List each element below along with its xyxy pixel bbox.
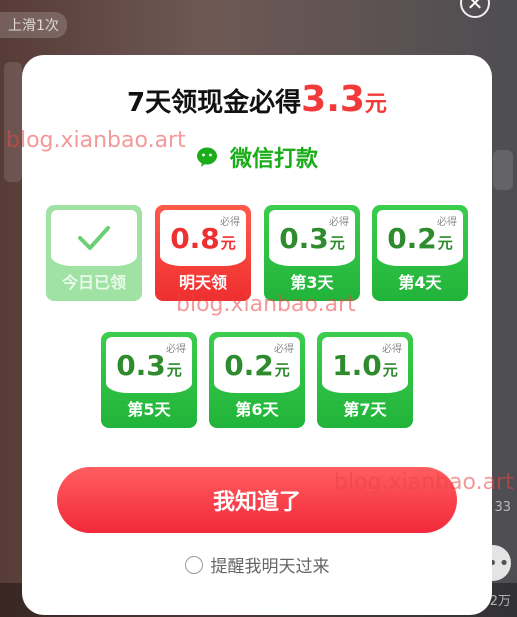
card-value: 0.8: [170, 221, 220, 255]
card-badge: 必得: [437, 217, 457, 228]
card-face: 1.0 元 必得: [322, 337, 408, 393]
card-face: 0.8 元 必得: [160, 210, 246, 266]
title-amount: 3.3: [301, 79, 365, 120]
day-card-7: 1.0 元 必得 第7天: [317, 332, 413, 428]
swipe-hint: 上滑1次: [0, 12, 67, 38]
card-badge: 必得: [274, 344, 294, 355]
day-card-4: 0.2 元 必得 第4天: [372, 205, 468, 301]
day-card-label: 今日已领: [61, 273, 126, 292]
watermark: blog.xianbao.art: [6, 128, 186, 153]
day-card-6: 0.2 元 必得 第6天: [209, 332, 305, 428]
title-prefix: 7天领现金必得: [127, 88, 302, 118]
card-value: 0.3: [116, 348, 166, 382]
background-side-panel: [4, 62, 22, 182]
remind-radio[interactable]: [184, 555, 203, 574]
wechat-icon: [196, 147, 217, 167]
card-face: 0.2 元 必得: [377, 210, 463, 266]
card-badge: 必得: [220, 217, 240, 228]
day-card-5: 0.3 元 必得 第5天: [101, 332, 197, 428]
watermark: blog.xianbao.art: [334, 470, 514, 495]
card-badge: 必得: [329, 217, 349, 228]
card-unit: 元: [382, 360, 398, 379]
card-unit: 元: [329, 233, 345, 252]
checkmark-icon: [78, 226, 110, 250]
background-side-button: [493, 150, 513, 190]
card-face: 0.3 元 必得: [269, 210, 355, 266]
day-card-label: 第3天: [290, 273, 334, 292]
day-card-3: 0.3 元 必得 第3天: [264, 205, 360, 301]
card-badge: 必得: [166, 344, 186, 355]
day-card-1: 今日已领: [46, 205, 142, 301]
day-card-label: 第5天: [127, 400, 171, 419]
card-face: 0.3 元 必得: [106, 337, 192, 393]
card-unit: 元: [437, 233, 453, 252]
card-unit: 元: [220, 233, 236, 252]
day-card-label: 第7天: [343, 400, 387, 419]
day-card-label: 第6天: [235, 400, 279, 419]
watermark: blog.xianbao.art: [176, 292, 356, 317]
card-value: 1.0: [332, 348, 382, 382]
card-unit: 元: [274, 360, 290, 379]
card-value: 0.3: [279, 221, 329, 255]
dialog-title: 7天领现金必得3.3元: [22, 79, 492, 120]
card-face: [51, 210, 137, 266]
card-face: 0.2 元 必得: [214, 337, 300, 393]
card-unit: 元: [166, 360, 182, 379]
remind-option[interactable]: 提醒我明天过来: [22, 552, 492, 577]
payment-method-label: 微信打款: [229, 147, 318, 172]
day-card-2: 0.8 元 必得 明天领: [155, 205, 251, 301]
day-card-label: 第4天: [398, 273, 442, 292]
card-value: 0.2: [224, 348, 274, 382]
day-card-label: 明天领: [178, 273, 227, 292]
background-like-count: 33: [494, 500, 511, 515]
card-badge: 必得: [382, 344, 402, 355]
title-unit: 元: [364, 92, 387, 117]
remind-label: 提醒我明天过来: [210, 557, 330, 577]
card-value: 0.2: [387, 221, 437, 255]
